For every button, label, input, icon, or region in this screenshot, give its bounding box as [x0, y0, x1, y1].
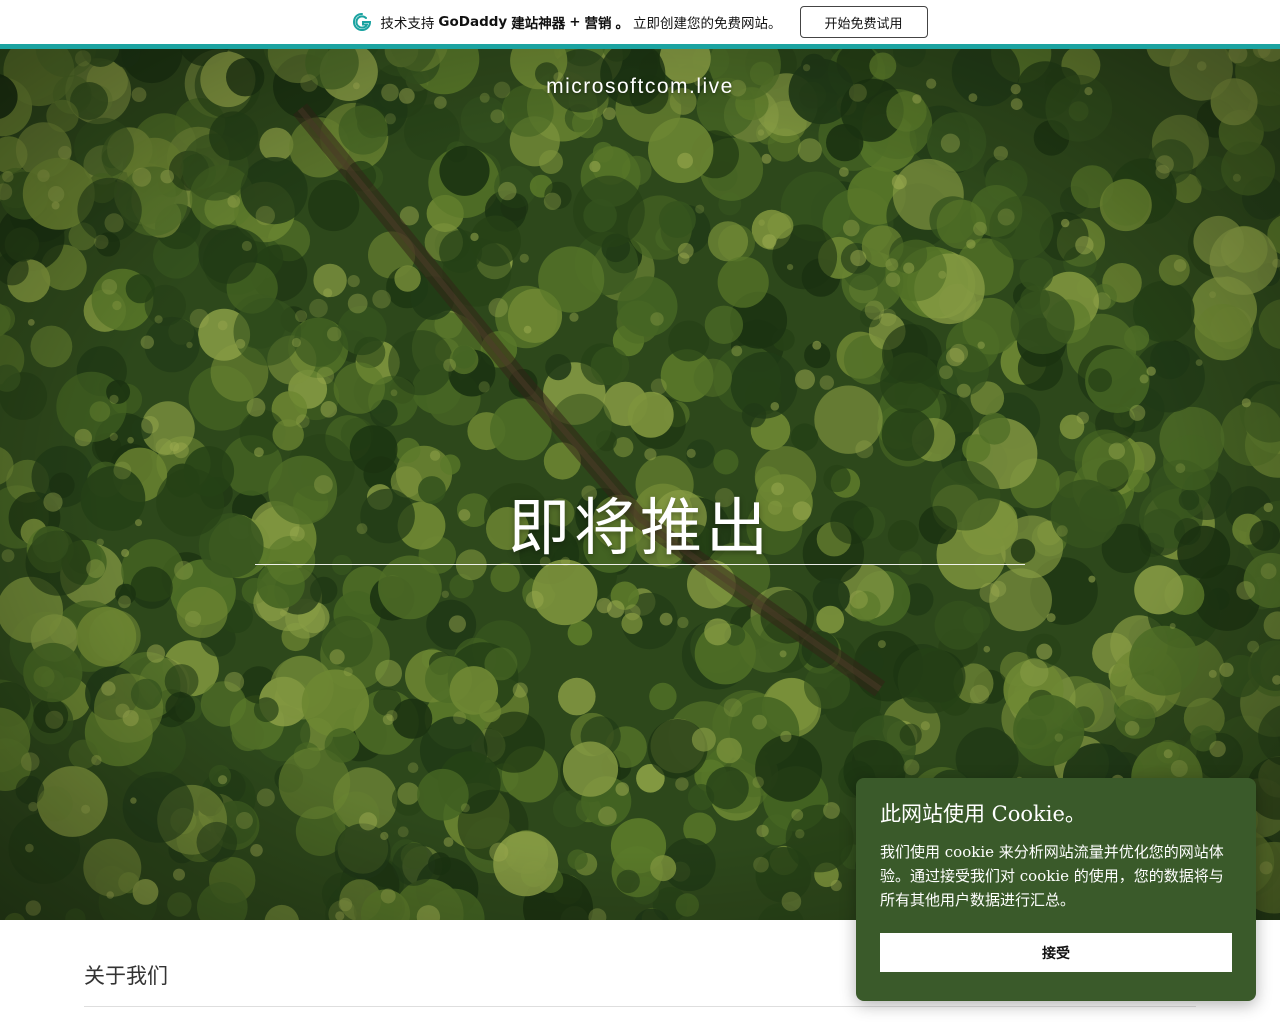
- promo-marketing: 营销: [584, 16, 612, 32]
- about-divider: [84, 1006, 1196, 1007]
- promo-brand: GoDaddy: [438, 14, 508, 30]
- site-name[interactable]: microsoftcom.live: [0, 75, 1280, 99]
- hero-title: 即将推出: [507, 491, 772, 564]
- promo-product: 建站神器: [511, 16, 566, 32]
- promo-dot: 。: [615, 16, 630, 32]
- promo-text: 技术支持 GoDaddy 建站神器 + 营销 。 立即创建您的免费网站。: [380, 12, 781, 32]
- promo-prefix: 技术支持: [380, 16, 435, 32]
- cookie-banner: 此网站使用 Cookie。 我们使用 cookie 来分析网站流量并优化您的网站…: [856, 778, 1256, 1001]
- about-us-heading: 关于我们: [84, 964, 168, 988]
- godaddy-logo-icon: [352, 12, 372, 32]
- promo-tagline: 立即创建您的免费网站。: [633, 16, 782, 32]
- promo-plus: +: [569, 14, 581, 30]
- promo-bar: 技术支持 GoDaddy 建站神器 + 营销 。 立即创建您的免费网站。 开始免…: [0, 0, 1280, 44]
- hero-divider: [255, 564, 1025, 565]
- cookie-title: 此网站使用 Cookie。: [880, 802, 1086, 826]
- cookie-description: 我们使用 cookie 来分析网站流量并优化您的网站体验。通过接受我们对 coo…: [880, 843, 1224, 909]
- accept-cookies-button[interactable]: 接受: [880, 933, 1232, 972]
- start-free-trial-button[interactable]: 开始免费试用: [799, 6, 928, 38]
